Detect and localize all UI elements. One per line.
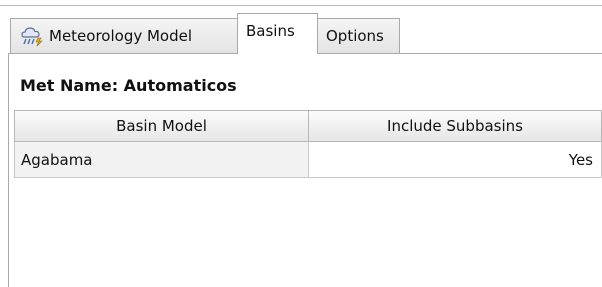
include-subbasins-cell[interactable]: Yes xyxy=(308,142,602,178)
weather-rain-icon xyxy=(19,25,45,47)
tab-meteorology-model[interactable]: Meteorology Model xyxy=(10,18,238,53)
column-header-basin-model[interactable]: Basin Model xyxy=(14,110,308,142)
tab-basins[interactable]: Basins xyxy=(237,13,318,54)
met-name-label: Met Name: Automaticos xyxy=(20,76,237,95)
basin-model-cell: Agabama xyxy=(14,142,308,178)
table-row: Agabama Yes xyxy=(14,142,602,178)
tab-basins-label: Basins xyxy=(246,22,295,40)
tab-options-label: Options xyxy=(326,27,384,45)
column-header-include-subbasins[interactable]: Include Subbasins xyxy=(308,110,602,142)
basin-table: Basin Model Include Subbasins Agabama Ye… xyxy=(14,110,602,178)
tab-options[interactable]: Options xyxy=(317,18,400,53)
window-top-border xyxy=(0,0,602,6)
table-header: Basin Model Include Subbasins xyxy=(14,110,602,142)
tab-bar: Meteorology Model Basins Options xyxy=(8,13,602,54)
tab-meteorology-model-label: Meteorology Model xyxy=(49,27,193,45)
